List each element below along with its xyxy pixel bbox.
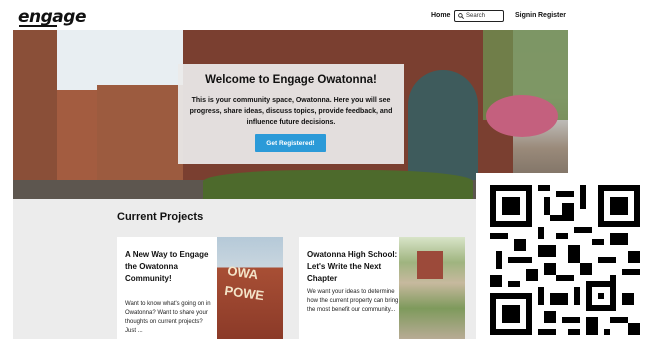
- qr-code: [476, 173, 652, 339]
- project-card-image[interactable]: [399, 237, 465, 339]
- search-placeholder: Search: [466, 13, 486, 19]
- welcome-body: This is your community space, Owatonna. …: [189, 97, 393, 126]
- hero-building: [97, 85, 187, 185]
- welcome-panel: Welcome to Engage Owatonna! This is your…: [178, 64, 404, 164]
- project-card-description: We want your ideas to determine how the …: [307, 289, 399, 313]
- nav-register-link[interactable]: Register: [538, 12, 566, 19]
- nav-home-link[interactable]: Home: [431, 12, 450, 19]
- welcome-title: Welcome to Engage Owatonna!: [205, 74, 377, 86]
- hero-plants: [203, 170, 473, 199]
- project-card[interactable]: A New Way to Engage the Owatonna Communi…: [117, 237, 283, 339]
- get-registered-button[interactable]: Get Registered!: [255, 134, 326, 152]
- owatonna-sign-image-text: OWA POWE: [223, 263, 266, 304]
- site-header: engage Home Search Signin Register: [0, 0, 568, 30]
- search-icon: [458, 13, 464, 19]
- logo-underline: [19, 25, 57, 27]
- hero-arch-window: [408, 70, 478, 180]
- project-card-title[interactable]: Owatonna High School: Let's Write the Ne…: [307, 249, 403, 285]
- search-input[interactable]: Search: [454, 10, 504, 22]
- engage-logo[interactable]: engage: [18, 7, 86, 27]
- project-card-image[interactable]: OWA POWE: [217, 237, 283, 339]
- hero-flower-planter: [486, 95, 558, 137]
- section-title: Current Projects: [117, 211, 204, 223]
- hero-building: [13, 30, 57, 199]
- nav-signin-link[interactable]: Signin: [515, 12, 536, 19]
- qr-code-icon: [490, 185, 640, 335]
- school-building: [417, 251, 443, 279]
- project-card-description: Want to know what's going on in Owatonna…: [125, 301, 211, 334]
- project-card[interactable]: Owatonna High School: Let's Write the Ne…: [299, 237, 465, 339]
- project-card-title[interactable]: A New Way to Engage the Owatonna Communi…: [125, 249, 213, 285]
